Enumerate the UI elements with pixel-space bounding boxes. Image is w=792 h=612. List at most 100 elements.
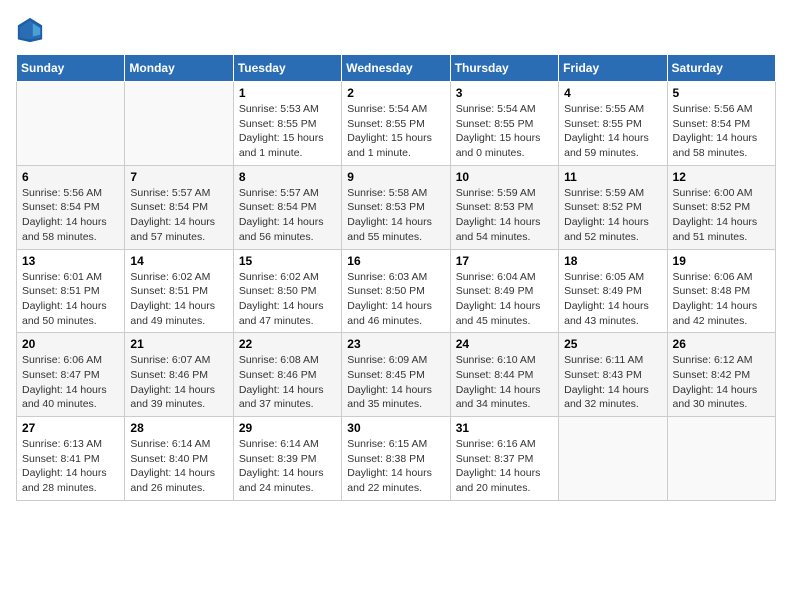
day-number: 20 <box>22 337 119 351</box>
day-info: Sunrise: 5:58 AMSunset: 8:53 PMDaylight:… <box>347 186 444 245</box>
weekday-header-saturday: Saturday <box>667 55 775 82</box>
day-number: 30 <box>347 421 444 435</box>
calendar-cell: 12 Sunrise: 6:00 AMSunset: 8:52 PMDayligh… <box>667 165 775 249</box>
calendar-table: SundayMondayTuesdayWednesdayThursdayFrid… <box>16 54 776 501</box>
day-info: Sunrise: 6:14 AMSunset: 8:39 PMDaylight:… <box>239 437 336 496</box>
day-info: Sunrise: 6:05 AMSunset: 8:49 PMDaylight:… <box>564 270 661 329</box>
day-number: 3 <box>456 86 553 100</box>
day-number: 14 <box>130 254 227 268</box>
day-info: Sunrise: 5:53 AMSunset: 8:55 PMDaylight:… <box>239 102 336 161</box>
calendar-header-row: SundayMondayTuesdayWednesdayThursdayFrid… <box>17 55 776 82</box>
day-info: Sunrise: 6:13 AMSunset: 8:41 PMDaylight:… <box>22 437 119 496</box>
day-number: 9 <box>347 170 444 184</box>
calendar-cell: 14 Sunrise: 6:02 AMSunset: 8:51 PMDayligh… <box>125 249 233 333</box>
calendar-cell: 6Sunrise: 5:56 AMSunset: 8:54 PMDaylight… <box>17 165 125 249</box>
day-info: Sunrise: 6:02 AMSunset: 8:50 PMDaylight:… <box>239 270 336 329</box>
day-number: 21 <box>130 337 227 351</box>
day-number: 18 <box>564 254 661 268</box>
calendar-cell: 1 Sunrise: 5:53 AMSunset: 8:55 PMDaylight… <box>233 82 341 166</box>
calendar-cell: 28 Sunrise: 6:14 AMSunset: 8:40 PMDayligh… <box>125 417 233 501</box>
day-number: 15 <box>239 254 336 268</box>
day-info: Sunrise: 6:10 AMSunset: 8:44 PMDaylight:… <box>456 353 553 412</box>
day-info: Sunrise: 5:59 AMSunset: 8:52 PMDaylight:… <box>564 186 661 245</box>
day-info: Sunrise: 6:11 AMSunset: 8:43 PMDaylight:… <box>564 353 661 412</box>
day-number: 29 <box>239 421 336 435</box>
calendar-cell: 5Sunrise: 5:56 AMSunset: 8:54 PMDaylight… <box>667 82 775 166</box>
day-number: 27 <box>22 421 119 435</box>
calendar-cell: 25Sunrise: 6:11 AMSunset: 8:43 PMDayligh… <box>559 333 667 417</box>
calendar-cell: 22Sunrise: 6:08 AMSunset: 8:46 PMDayligh… <box>233 333 341 417</box>
day-info: Sunrise: 5:57 AMSunset: 8:54 PMDaylight:… <box>130 186 227 245</box>
calendar-week-row: 1 Sunrise: 5:53 AMSunset: 8:55 PMDaylight… <box>17 82 776 166</box>
day-info: Sunrise: 5:54 AMSunset: 8:55 PMDaylight:… <box>456 102 553 161</box>
day-info: Sunrise: 6:07 AMSunset: 8:46 PMDaylight:… <box>130 353 227 412</box>
day-info: Sunrise: 5:54 AMSunset: 8:55 PMDaylight:… <box>347 102 444 161</box>
day-number: 7 <box>130 170 227 184</box>
day-number: 24 <box>456 337 553 351</box>
day-info: Sunrise: 6:12 AMSunset: 8:42 PMDaylight:… <box>673 353 770 412</box>
day-number: 1 <box>239 86 336 100</box>
day-number: 12 <box>673 170 770 184</box>
weekday-header-sunday: Sunday <box>17 55 125 82</box>
day-number: 31 <box>456 421 553 435</box>
calendar-cell: 18 Sunrise: 6:05 AMSunset: 8:49 PMDayligh… <box>559 249 667 333</box>
day-number: 10 <box>456 170 553 184</box>
calendar-cell: 26 Sunrise: 6:12 AMSunset: 8:42 PMDayligh… <box>667 333 775 417</box>
day-number: 23 <box>347 337 444 351</box>
calendar-cell <box>559 417 667 501</box>
calendar-cell: 9 Sunrise: 5:58 AMSunset: 8:53 PMDaylight… <box>342 165 450 249</box>
day-number: 11 <box>564 170 661 184</box>
day-info: Sunrise: 6:08 AMSunset: 8:46 PMDaylight:… <box>239 353 336 412</box>
calendar-cell: 16 Sunrise: 6:03 AMSunset: 8:50 PMDayligh… <box>342 249 450 333</box>
calendar-cell: 3 Sunrise: 5:54 AMSunset: 8:55 PMDaylight… <box>450 82 558 166</box>
day-number: 8 <box>239 170 336 184</box>
calendar-cell: 4 Sunrise: 5:55 AMSunset: 8:55 PMDaylight… <box>559 82 667 166</box>
day-info: Sunrise: 6:03 AMSunset: 8:50 PMDaylight:… <box>347 270 444 329</box>
weekday-header-tuesday: Tuesday <box>233 55 341 82</box>
weekday-header-thursday: Thursday <box>450 55 558 82</box>
calendar-cell: 8Sunrise: 5:57 AMSunset: 8:54 PMDaylight… <box>233 165 341 249</box>
calendar-week-row: 13 Sunrise: 6:01 AMSunset: 8:51 PMDayligh… <box>17 249 776 333</box>
calendar-cell <box>125 82 233 166</box>
day-number: 13 <box>22 254 119 268</box>
day-number: 28 <box>130 421 227 435</box>
weekday-header-monday: Monday <box>125 55 233 82</box>
day-number: 17 <box>456 254 553 268</box>
day-info: Sunrise: 6:15 AMSunset: 8:38 PMDaylight:… <box>347 437 444 496</box>
calendar-cell: 10 Sunrise: 5:59 AMSunset: 8:53 PMDayligh… <box>450 165 558 249</box>
day-number: 5 <box>673 86 770 100</box>
calendar-cell: 24 Sunrise: 6:10 AMSunset: 8:44 PMDayligh… <box>450 333 558 417</box>
day-number: 26 <box>673 337 770 351</box>
day-info: Sunrise: 5:55 AMSunset: 8:55 PMDaylight:… <box>564 102 661 161</box>
calendar-cell: 15 Sunrise: 6:02 AMSunset: 8:50 PMDayligh… <box>233 249 341 333</box>
day-info: Sunrise: 6:06 AMSunset: 8:48 PMDaylight:… <box>673 270 770 329</box>
calendar-week-row: 6Sunrise: 5:56 AMSunset: 8:54 PMDaylight… <box>17 165 776 249</box>
calendar-cell: 27 Sunrise: 6:13 AMSunset: 8:41 PMDayligh… <box>17 417 125 501</box>
day-number: 4 <box>564 86 661 100</box>
day-number: 16 <box>347 254 444 268</box>
calendar-cell <box>17 82 125 166</box>
calendar-cell: 17 Sunrise: 6:04 AMSunset: 8:49 PMDayligh… <box>450 249 558 333</box>
calendar-week-row: 27 Sunrise: 6:13 AMSunset: 8:41 PMDayligh… <box>17 417 776 501</box>
day-info: Sunrise: 6:01 AMSunset: 8:51 PMDaylight:… <box>22 270 119 329</box>
day-info: Sunrise: 6:14 AMSunset: 8:40 PMDaylight:… <box>130 437 227 496</box>
day-info: Sunrise: 6:02 AMSunset: 8:51 PMDaylight:… <box>130 270 227 329</box>
calendar-cell: 2Sunrise: 5:54 AMSunset: 8:55 PMDaylight… <box>342 82 450 166</box>
weekday-header-friday: Friday <box>559 55 667 82</box>
day-info: Sunrise: 6:06 AMSunset: 8:47 PMDaylight:… <box>22 353 119 412</box>
calendar-cell: 20 Sunrise: 6:06 AMSunset: 8:47 PMDayligh… <box>17 333 125 417</box>
calendar-cell: 13 Sunrise: 6:01 AMSunset: 8:51 PMDayligh… <box>17 249 125 333</box>
calendar-body: 1 Sunrise: 5:53 AMSunset: 8:55 PMDaylight… <box>17 82 776 501</box>
calendar-week-row: 20 Sunrise: 6:06 AMSunset: 8:47 PMDayligh… <box>17 333 776 417</box>
day-info: Sunrise: 5:59 AMSunset: 8:53 PMDaylight:… <box>456 186 553 245</box>
calendar-cell: 29 Sunrise: 6:14 AMSunset: 8:39 PMDayligh… <box>233 417 341 501</box>
calendar-cell: 31Sunrise: 6:16 AMSunset: 8:37 PMDayligh… <box>450 417 558 501</box>
day-info: Sunrise: 6:04 AMSunset: 8:49 PMDaylight:… <box>456 270 553 329</box>
logo <box>16 16 48 44</box>
calendar-cell: 23Sunrise: 6:09 AMSunset: 8:45 PMDayligh… <box>342 333 450 417</box>
day-info: Sunrise: 6:00 AMSunset: 8:52 PMDaylight:… <box>673 186 770 245</box>
calendar-cell: 11 Sunrise: 5:59 AMSunset: 8:52 PMDayligh… <box>559 165 667 249</box>
page-header <box>16 16 776 44</box>
calendar-cell: 30 Sunrise: 6:15 AMSunset: 8:38 PMDayligh… <box>342 417 450 501</box>
logo-icon <box>16 16 44 44</box>
